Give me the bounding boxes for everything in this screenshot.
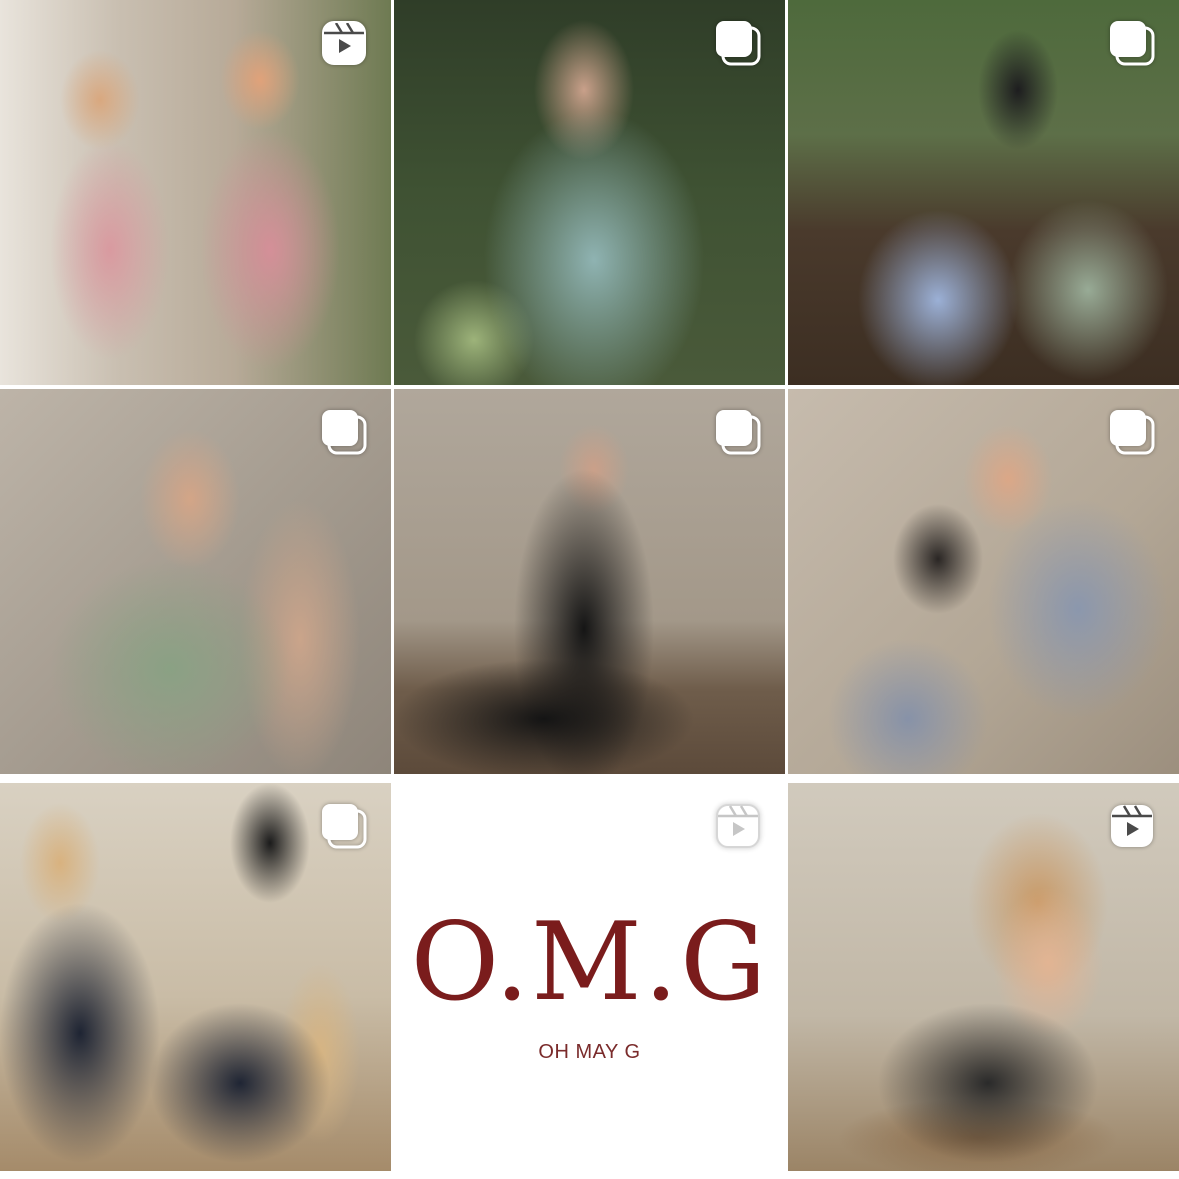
carousel-icon (319, 801, 369, 851)
post-tile-7[interactable] (0, 783, 391, 1171)
reels-icon (319, 18, 369, 68)
carousel-icon (713, 18, 763, 68)
carousel-icon (1107, 18, 1157, 68)
reels-icon (713, 801, 763, 851)
post-tile-3[interactable] (788, 0, 1179, 385)
reels-icon (1107, 801, 1157, 851)
post-tile-8[interactable]: O.M.G OH MAY G (394, 783, 785, 1171)
post-tile-9[interactable] (788, 783, 1179, 1171)
carousel-icon (319, 407, 369, 457)
post-tile-1[interactable] (0, 0, 391, 385)
carousel-icon (1107, 407, 1157, 457)
post-tile-4[interactable] (0, 389, 391, 774)
post-tile-5[interactable] (394, 389, 785, 774)
carousel-icon (713, 407, 763, 457)
logo-subtitle: OH MAY G (538, 1040, 641, 1063)
logo-title: O.M.G (410, 899, 769, 1025)
post-tile-6[interactable] (788, 389, 1179, 774)
profile-posts-grid: O.M.G OH MAY G (0, 0, 1179, 1179)
post-tile-2[interactable] (394, 0, 785, 385)
